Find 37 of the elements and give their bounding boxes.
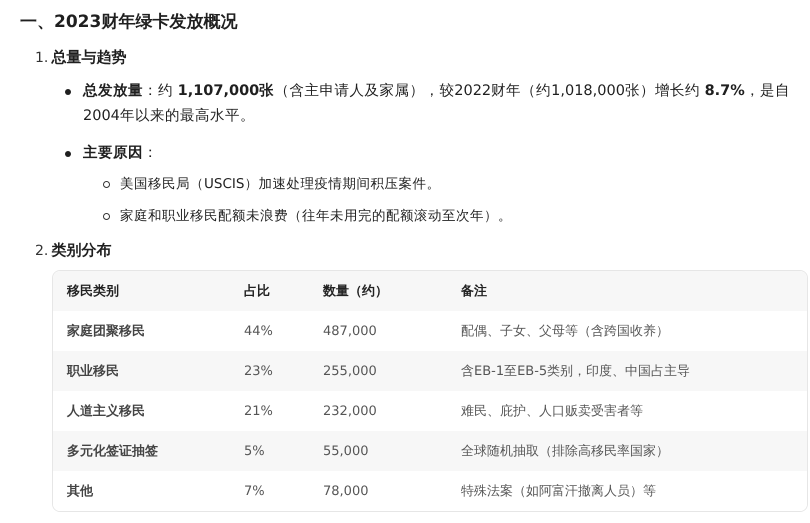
column-header: 移民类别 bbox=[66, 283, 120, 300]
table-cell-text: 人道主义移民 bbox=[66, 402, 146, 420]
column-header: 占比 bbox=[243, 283, 271, 300]
table-cell-text: 5% bbox=[243, 444, 266, 458]
table-cell-text: 55,000 bbox=[322, 444, 370, 458]
table-cell-text: 多元化签证抽签 bbox=[66, 443, 159, 460]
subsection-title: 类别分布 bbox=[51, 240, 112, 261]
column-header: 数量（约） bbox=[322, 283, 389, 300]
list-number: 2. bbox=[35, 242, 48, 261]
table-cell-text: 78,000 bbox=[322, 484, 370, 498]
table-cell-text: 含EB-1至EB-5类别，印度、中国占主导 bbox=[460, 363, 692, 380]
table-cell-text: 44% bbox=[243, 324, 274, 338]
table-cell-text: 难民、庇护、人口贩卖受害者等 bbox=[460, 403, 644, 420]
table-cell-text: 全球随机抽取（排除高移民率国家） bbox=[460, 443, 670, 460]
table-cell-text: 7% bbox=[243, 484, 266, 498]
table-cell-text: 23% bbox=[243, 364, 274, 378]
bullet-icon bbox=[103, 181, 110, 188]
table-cell-text: 21% bbox=[243, 404, 274, 418]
bullet-icon bbox=[65, 89, 71, 95]
table-cell-text: 487,000 bbox=[322, 324, 378, 338]
column-header: 备注 bbox=[460, 282, 488, 300]
bullet-text: 家庭和职业移民配额未浪费（往年未用完的配额滚动至次年）。 bbox=[120, 207, 512, 226]
section-heading: 一、2023财年绿卡发放概况 bbox=[20, 11, 238, 34]
table-cell-text: 职业移民 bbox=[66, 363, 120, 380]
table-cell-text: 255,000 bbox=[322, 364, 378, 378]
bullet-icon bbox=[103, 213, 110, 220]
bullet-icon bbox=[65, 151, 71, 157]
list-number: 1. bbox=[35, 49, 48, 68]
table-cell-text: 232,000 bbox=[322, 404, 378, 418]
subsection-title: 总量与趋势 bbox=[51, 47, 126, 68]
table-cell-text: 配偶、子女、父母等（含跨国收养） bbox=[460, 323, 670, 340]
table-cell-text: 其他 bbox=[66, 483, 94, 500]
bullet-text: 总发放量：约 1,107,000张（含主申请人及家属），较2022财年（约1,018,000张）增长约 8.7%，是自2004年以来的最高水平。 bbox=[83, 82, 791, 126]
table-cell-text: 特殊法案（如阿富汗撤离人员）等 bbox=[460, 483, 657, 500]
bullet-text: 美国移民局（USCIS）加速处理疫情期间积压案件。 bbox=[120, 175, 440, 194]
bullet-text: 主要原因： bbox=[83, 143, 159, 163]
table-cell-text: 家庭团聚移民 bbox=[66, 322, 146, 340]
